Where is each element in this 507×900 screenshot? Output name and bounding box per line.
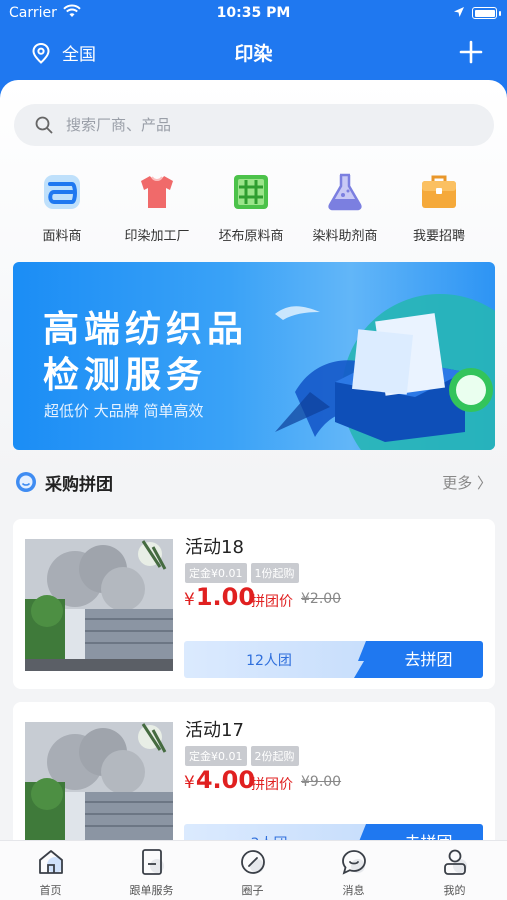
section-header: 采购拼团 更多 〉 bbox=[0, 468, 507, 498]
tab-home[interactable]: 首页 bbox=[0, 847, 101, 898]
grid-cloth-icon bbox=[234, 175, 268, 209]
tab-circle[interactable]: 圈子 bbox=[202, 847, 303, 898]
tab-label: 圈子 bbox=[241, 884, 264, 897]
product-image bbox=[25, 539, 173, 671]
search-bar[interactable] bbox=[14, 104, 494, 146]
tshirt-icon bbox=[141, 176, 173, 208]
price-value: 4.00 bbox=[195, 766, 256, 794]
item-name: 活动17 bbox=[185, 720, 244, 741]
fabric-icon bbox=[44, 175, 80, 209]
join-group-bar[interactable]: 12人团 去拼团 bbox=[184, 641, 483, 678]
banner-subtitle: 超低价 大品牌 简单高效 bbox=[44, 402, 204, 420]
tab-label: 消息 bbox=[342, 884, 365, 897]
section-title: 采购拼团 bbox=[45, 475, 113, 495]
tab-order-service[interactable]: 跟单服务 bbox=[101, 847, 202, 898]
add-icon[interactable] bbox=[459, 40, 483, 64]
category-label: 印染加工厂 bbox=[124, 229, 190, 244]
document-icon bbox=[141, 849, 164, 875]
lightning-icon bbox=[354, 641, 376, 678]
status-bar: Carrier 10:35 PM bbox=[0, 0, 507, 28]
price-label: 拼团价 bbox=[251, 777, 293, 793]
tab-messages[interactable]: 消息 bbox=[303, 847, 404, 898]
category-label: 面料商 bbox=[42, 229, 82, 244]
page-title: 印染 bbox=[234, 43, 273, 65]
team-size: 12人团 bbox=[246, 653, 292, 669]
promo-banner[interactable]: 高端纺织品 检测服务 超低价 大品牌 简单高效 bbox=[13, 262, 495, 450]
item-name: 活动18 bbox=[185, 537, 244, 558]
category-label: 我要招聘 bbox=[412, 229, 465, 244]
product-image bbox=[25, 722, 173, 854]
banner-title-line2: 检测服务 bbox=[43, 355, 208, 396]
tab-profile[interactable]: 我的 bbox=[404, 847, 505, 898]
tab-label: 跟单服务 bbox=[129, 884, 174, 897]
min-order-tag: 1份起购 bbox=[250, 563, 299, 583]
currency-symbol: ¥ bbox=[184, 773, 195, 793]
deposit-tag: 定金¥0.01 bbox=[185, 746, 247, 766]
deposit-tag: 定金¥0.01 bbox=[185, 563, 247, 583]
tab-bar: 首页 跟单服务 圈子 消息 我的 bbox=[0, 840, 507, 900]
category-grey-cloth[interactable]: 坯布原料商 bbox=[203, 172, 299, 244]
currency-symbol: ¥ bbox=[184, 590, 195, 610]
category-dye-auxiliary[interactable]: 染料助剂商 bbox=[297, 172, 393, 244]
search-icon bbox=[35, 116, 53, 134]
home-icon bbox=[38, 850, 63, 874]
banner-illustration bbox=[275, 294, 495, 450]
item-tags: 定金¥0.01 1份起购 bbox=[185, 563, 303, 583]
main-content: 面料商 印染加工厂 坯布原料商 染料助剂商 bbox=[0, 80, 507, 872]
original-price: ¥9.00 bbox=[301, 774, 342, 790]
group-price: ¥1.00 bbox=[184, 583, 255, 611]
compass-icon bbox=[240, 850, 265, 874]
join-group-button[interactable]: 去拼团 bbox=[374, 641, 483, 678]
category-row: 面料商 印染加工厂 坯布原料商 染料助剂商 我要招聘 bbox=[0, 172, 507, 244]
briefcase-icon bbox=[422, 175, 456, 208]
navigation-bar: 全国 印染 bbox=[0, 30, 507, 74]
banner-title-line1: 高端纺织品 bbox=[43, 309, 249, 350]
original-price: ¥2.00 bbox=[301, 591, 342, 607]
category-label: 坯布原料商 bbox=[218, 229, 284, 244]
tab-label: 我的 bbox=[443, 884, 466, 897]
group-buy-item[interactable]: 活动18 定金¥0.01 1份起购 ¥1.00 拼团价 ¥2.00 12人团 去… bbox=[13, 519, 495, 689]
item-tags: 定金¥0.01 2份起购 bbox=[185, 746, 303, 766]
location-arrow-icon bbox=[454, 7, 464, 17]
group-price: ¥4.00 bbox=[184, 766, 255, 794]
price-value: 1.00 bbox=[195, 583, 256, 611]
battery-icon bbox=[472, 7, 497, 19]
status-time: 10:35 PM bbox=[216, 5, 291, 21]
category-recruitment[interactable]: 我要招聘 bbox=[391, 172, 487, 244]
tab-label: 首页 bbox=[39, 884, 62, 897]
battery-cap bbox=[499, 11, 501, 16]
profile-icon bbox=[443, 849, 467, 875]
price-label: 拼团价 bbox=[251, 594, 293, 610]
chat-icon bbox=[341, 850, 366, 875]
category-fabric[interactable]: 面料商 bbox=[14, 172, 110, 244]
more-link[interactable]: 更多 〉 bbox=[442, 472, 492, 493]
group-buy-icon bbox=[16, 472, 36, 492]
category-dyeing-factory[interactable]: 印染加工厂 bbox=[109, 172, 205, 244]
min-order-tag: 2份起购 bbox=[250, 746, 299, 766]
search-input[interactable] bbox=[66, 116, 446, 134]
category-label: 染料助剂商 bbox=[312, 229, 378, 244]
flask-icon bbox=[328, 173, 362, 211]
